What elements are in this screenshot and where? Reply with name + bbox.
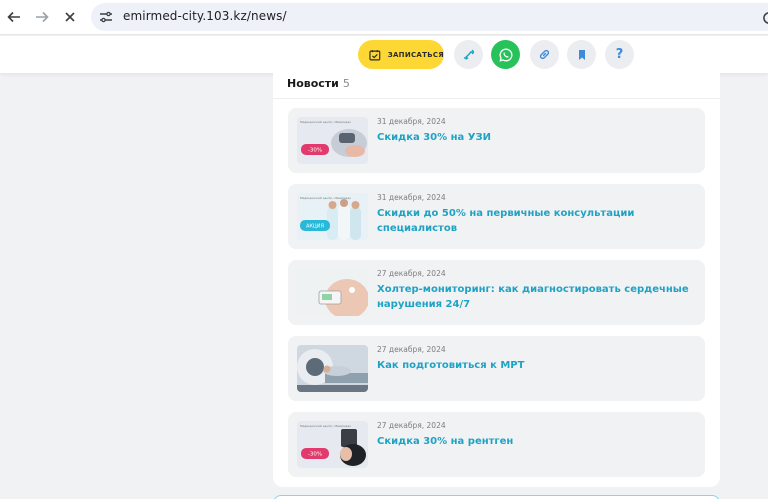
news-thumbnail[interactable]: Медицинский центр «Эмирмед» АКЦИЯ — [297, 193, 368, 240]
phone-button[interactable] — [454, 40, 483, 69]
whatsapp-icon — [498, 48, 512, 62]
news-heading: Новости 5 — [287, 77, 350, 90]
browser-toolbar: emirmed-city.103.kz/news/ — [0, 0, 768, 35]
calendar-check-icon — [369, 49, 381, 60]
phone-icon — [463, 49, 474, 59]
thumb-badge: -30% — [308, 148, 322, 154]
news-item[interactable]: 27 декабря, 2024 Холтер-мониторинг: как … — [288, 260, 705, 325]
news-thumbnail[interactable] — [297, 345, 368, 392]
news-title-link[interactable]: Скидка 30% на УЗИ — [377, 130, 697, 145]
news-item[interactable]: Медицинский центр «Эмирмед» -30% 31 дека… — [288, 108, 705, 173]
news-title-link[interactable]: Скидка 30% на рентген — [377, 434, 697, 449]
forward-arrow-icon[interactable] — [31, 6, 53, 28]
link-icon — [539, 49, 550, 60]
news-item[interactable]: Медицинский центр «Эмирмед» -30% 27 дека… — [288, 412, 705, 477]
book-appointment-label: ЗАПИСАТЬСЯ — [387, 50, 444, 59]
news-item[interactable]: 27 декабря, 2024 Как подготовиться к МРТ — [288, 336, 705, 401]
share-link-button[interactable] — [530, 40, 559, 69]
help-button[interactable]: ? — [605, 40, 634, 69]
thumb-caption: Медицинский центр «Эмирмед» — [300, 120, 351, 124]
next-section-edge — [273, 495, 720, 499]
news-thumbnail[interactable]: Медицинский центр «Эмирмед» -30% — [297, 117, 368, 164]
back-arrow-icon[interactable] — [3, 6, 25, 28]
news-date: 31 декабря, 2024 — [377, 193, 446, 202]
news-thumbnail[interactable]: Медицинский центр «Эмирмед» -30% — [297, 421, 368, 468]
bookmark-icon — [578, 49, 585, 60]
news-date: 27 декабря, 2024 — [377, 269, 446, 278]
news-date: 27 декабря, 2024 — [377, 345, 446, 354]
news-count: 5 — [342, 77, 350, 90]
bookmark-button[interactable] — [567, 40, 596, 69]
url-text: emirmed-city.103.kz/news/ — [123, 9, 287, 23]
news-item[interactable]: Медицинский центр «Эмирмед» АКЦИЯ 31 дек… — [288, 184, 705, 249]
thumb-badge: -30% — [308, 452, 322, 458]
news-date: 27 декабря, 2024 — [377, 421, 446, 430]
news-panel: Новости 5 Медицинский центр «Эмирмед» -30… — [273, 70, 720, 487]
site-toolbar: ЗАПИСАТЬСЯ ? — [0, 36, 768, 73]
news-title-link[interactable]: Как подготовиться к МРТ — [377, 358, 697, 373]
news-title-link[interactable]: Холтер-мониторинг: как диагностировать с… — [377, 282, 697, 312]
help-label: ? — [615, 47, 624, 62]
extension-icon[interactable] — [761, 11, 768, 25]
thumb-caption: Медицинский центр «Эмирмед» — [300, 196, 351, 200]
news-title: Новости — [287, 77, 339, 90]
whatsapp-button[interactable] — [491, 40, 520, 69]
site-settings-icon[interactable] — [99, 10, 113, 24]
thumb-badge: АКЦИЯ — [306, 224, 324, 230]
news-date: 31 декабря, 2024 — [377, 117, 446, 126]
news-title-link[interactable]: Скидки до 50% на первичные консультации … — [377, 206, 697, 236]
thumb-caption: Медицинский центр «Эмирмед» — [300, 424, 351, 428]
news-thumbnail[interactable] — [297, 269, 368, 316]
book-appointment-button[interactable]: ЗАПИСАТЬСЯ — [358, 40, 444, 69]
address-bar[interactable]: emirmed-city.103.kz/news/ — [91, 3, 768, 31]
divider — [273, 98, 720, 99]
stop-loading-icon[interactable] — [59, 6, 81, 28]
